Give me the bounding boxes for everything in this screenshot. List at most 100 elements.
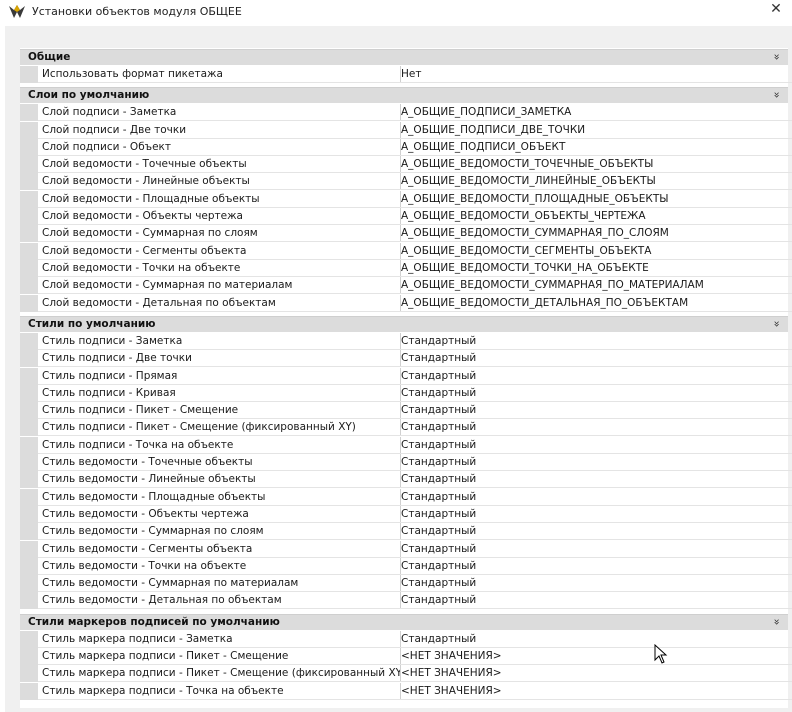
property-value[interactable]: А_ОБЩИЕ_ВЕДОМОСТИ_СЕГМЕНТЫ_ОБЪЕКТА (397, 243, 792, 260)
property-row[interactable]: Слой ведомости - Объекты чертежа А_ОБЩИЕ_… (20, 208, 792, 225)
property-value[interactable]: А_ОБЩИЕ_ВЕДОМОСТИ_ПЛОЩАДНЫЕ_ОБЪЕКТЫ (397, 191, 792, 208)
property-name: Стиль ведомости - Линейные объекты (38, 471, 401, 488)
section-title: Слои по умолчанию (28, 89, 150, 102)
property-value[interactable]: Стандартный (397, 402, 792, 419)
property-name: Стиль подписи - Пикет - Смещение (фиксир… (38, 419, 401, 436)
property-name: Слой ведомости - Объекты чертежа (38, 208, 401, 225)
property-name: Стиль ведомости - Суммарная по слоям (38, 523, 401, 540)
property-name: Стиль маркера подписи - Пикет - Смещение (38, 648, 401, 665)
section-header[interactable]: Слои по умолчанию » (20, 87, 788, 104)
collapse-chevron-icon[interactable]: » (770, 92, 784, 99)
property-row[interactable]: Использовать формат пикетажа Нет (20, 66, 792, 83)
property-row[interactable]: Слой ведомости - Линейные объекты А_ОБЩИЕ… (20, 173, 792, 190)
property-value[interactable]: Стандартный (397, 541, 792, 558)
row-gutter (20, 631, 38, 648)
property-value[interactable]: А_ОБЩИЕ_ПОДПИСИ_ЗАМЕТКА (397, 104, 792, 121)
property-value[interactable]: А_ОБЩИЕ_ВЕДОМОСТИ_ЛИНЕЙНЫЕ_ОБЪЕКТЫ (397, 173, 792, 190)
property-row[interactable]: Стиль маркера подписи - Пикет - Смещение… (20, 648, 792, 665)
property-row[interactable]: Стиль маркера подписи - Заметка Стандартн… (20, 631, 792, 648)
property-row[interactable]: Стиль маркера подписи - Точка на объекте… (20, 683, 792, 700)
property-row[interactable]: Стиль ведомости - Линейные объекты Станда… (20, 471, 792, 488)
property-row[interactable]: Стиль ведомости - Детальная по объектам С… (20, 592, 792, 609)
property-row[interactable]: Стиль ведомости - Суммарная по слоям Стан… (20, 523, 792, 540)
property-value[interactable]: Нет (397, 66, 792, 83)
property-row[interactable]: Стиль подписи - Заметка Стандартный (20, 333, 792, 350)
property-name: Слой ведомости - Точечные объекты (38, 156, 401, 173)
section-header[interactable]: Стили по умолчанию » (20, 315, 788, 332)
property-value[interactable]: Стандартный (397, 368, 792, 385)
property-value[interactable]: А_ОБЩИЕ_ВЕДОМОСТИ_ТОЧЕЧНЫЕ_ОБЪЕКТЫ (397, 156, 792, 173)
property-name: Использовать формат пикетажа (38, 66, 401, 83)
property-row[interactable]: Стиль ведомости - Площадные объекты Станд… (20, 489, 792, 506)
close-button[interactable]: ✕ (760, 0, 792, 22)
property-value[interactable]: А_ОБЩИЕ_ВЕДОМОСТИ_СУММАРНАЯ_ПО_МАТЕРИАЛА… (397, 277, 792, 294)
row-gutter (20, 592, 38, 609)
row-gutter (20, 368, 38, 385)
property-value[interactable]: А_ОБЩИЕ_ВЕДОМОСТИ_СУММАРНАЯ_ПО_СЛОЯМ (397, 225, 792, 242)
property-row[interactable]: Слой ведомости - Суммарная по слоям А_ОБЩ… (20, 225, 792, 242)
property-value[interactable]: Стандартный (397, 437, 792, 454)
property-value[interactable]: Стандартный (397, 471, 792, 488)
property-row[interactable]: Стиль ведомости - Суммарная по материала… (20, 575, 792, 592)
property-value[interactable]: А_ОБЩИЕ_ВЕДОМОСТИ_ТОЧКИ_НА_ОБЪЕКТЕ (397, 260, 792, 277)
property-value[interactable]: А_ОБЩИЕ_ВЕДОМОСТИ_ДЕТАЛЬНАЯ_ПО_ОБЪЕКТАМ (397, 295, 792, 312)
property-name: Стиль маркера подписи - Заметка (38, 631, 401, 648)
close-icon: ✕ (770, 1, 782, 17)
property-row[interactable]: Слой ведомости - Детальная по объектам А_… (20, 295, 792, 312)
property-row[interactable]: Стиль ведомости - Точечные объекты Станда… (20, 454, 792, 471)
property-row[interactable]: Стиль ведомости - Объекты чертежа Стандар… (20, 506, 792, 523)
window-title: Установки объектов модуля ОБЩЕЕ (32, 5, 242, 18)
collapse-chevron-icon[interactable]: » (770, 321, 784, 328)
property-value[interactable]: А_ОБЩИЕ_ВЕДОМОСТИ_ОБЪЕКТЫ_ЧЕРТЕЖА (397, 208, 792, 225)
property-value[interactable]: Стандартный (397, 454, 792, 471)
section-title: Общие (28, 51, 71, 63)
property-row[interactable]: Слой подписи - Заметка А_ОБЩИЕ_ПОДПИСИ_ЗА… (20, 104, 792, 121)
row-gutter (20, 260, 38, 277)
property-value[interactable]: Стандартный (397, 419, 792, 436)
property-value[interactable]: <НЕТ ЗНАЧЕНИЯ> (397, 665, 792, 682)
property-value[interactable]: Стандартный (397, 506, 792, 523)
property-row[interactable]: Слой подписи - Две точки А_ОБЩИЕ_ПОДПИСИ_… (20, 122, 792, 139)
property-value[interactable]: <НЕТ ЗНАЧЕНИЯ> (397, 683, 792, 700)
property-value[interactable]: Стандартный (397, 333, 792, 350)
collapse-chevron-icon[interactable]: » (770, 54, 784, 61)
property-row[interactable]: Стиль ведомости - Точки на объекте Станда… (20, 558, 792, 575)
property-value[interactable]: Стандартный (397, 523, 792, 540)
property-value[interactable]: Стандартный (397, 385, 792, 402)
property-row[interactable]: Слой ведомости - Суммарная по материалам… (20, 277, 792, 294)
property-row[interactable]: Слой ведомости - Точки на объекте А_ОБЩИЕ… (20, 260, 792, 277)
property-name: Стиль ведомости - Детальная по объектам (38, 592, 401, 609)
section-header[interactable]: Стили маркеров подписей по умолчанию » (20, 613, 788, 630)
property-value[interactable]: Стандартный (397, 558, 792, 575)
window-edge (0, 26, 5, 712)
property-value[interactable]: Стандартный (397, 350, 792, 367)
property-value[interactable]: Стандартный (397, 575, 792, 592)
collapse-chevron-icon[interactable]: » (770, 618, 784, 625)
property-row[interactable]: Стиль маркера подписи - Пикет - Смещение… (20, 665, 792, 682)
property-name: Стиль ведомости - Сегменты объекта (38, 541, 401, 558)
row-gutter (20, 437, 38, 454)
property-row[interactable]: Слой ведомости - Сегменты объекта А_ОБЩИЕ… (20, 243, 792, 260)
property-row[interactable]: Стиль подписи - Точка на объекте Стандарт… (20, 437, 792, 454)
property-name: Стиль подписи - Кривая (38, 385, 401, 402)
property-value[interactable]: Стандартный (397, 592, 792, 609)
property-value[interactable]: А_ОБЩИЕ_ПОДПИСИ_ДВЕ_ТОЧКИ (397, 122, 792, 139)
row-gutter (20, 156, 38, 173)
property-row[interactable]: Стиль подписи - Две точки Стандартный (20, 350, 792, 367)
property-value[interactable]: Стандартный (397, 489, 792, 506)
row-gutter (20, 385, 38, 402)
property-row[interactable]: Стиль подписи - Пикет - Смещение (фиксир… (20, 419, 792, 436)
property-row[interactable]: Стиль подписи - Пикет - Смещение Стандарт… (20, 402, 792, 419)
property-name: Стиль подписи - Две точки (38, 350, 401, 367)
property-row[interactable]: Стиль ведомости - Сегменты объекта Станда… (20, 541, 792, 558)
row-gutter (20, 558, 38, 575)
property-value[interactable]: Стандартный (397, 631, 792, 648)
property-row[interactable]: Стиль подписи - Прямая Стандартный (20, 368, 792, 385)
property-row[interactable]: Слой ведомости - Площадные объекты А_ОБЩИ… (20, 191, 792, 208)
section-header[interactable]: Общие » (20, 49, 788, 65)
property-value[interactable]: <НЕТ ЗНАЧЕНИЯ> (397, 648, 792, 665)
property-value[interactable]: А_ОБЩИЕ_ПОДПИСИ_ОБЪЕКТ (397, 139, 792, 156)
property-row[interactable]: Слой подписи - Объект А_ОБЩИЕ_ПОДПИСИ_ОБЪ… (20, 139, 792, 156)
property-row[interactable]: Слой ведомости - Точечные объекты А_ОБЩИЕ… (20, 156, 792, 173)
property-row[interactable]: Стиль подписи - Кривая Стандартный (20, 385, 792, 402)
